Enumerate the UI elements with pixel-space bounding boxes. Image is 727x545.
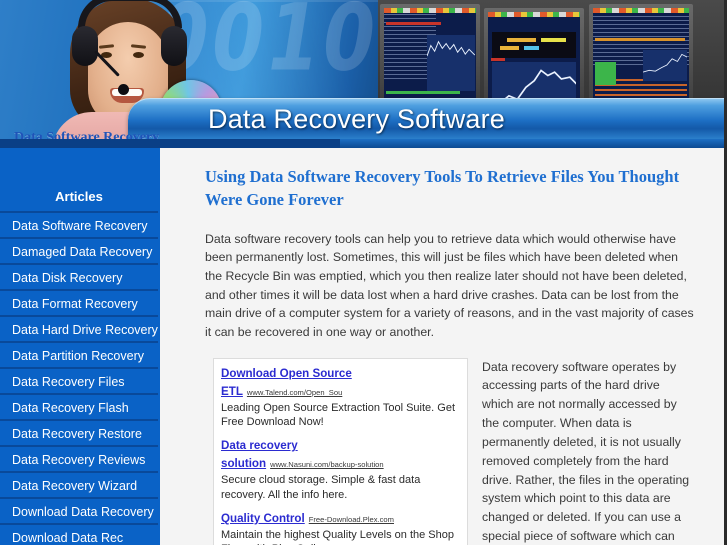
monitor-1 bbox=[380, 4, 480, 108]
monitor-3-orange-row bbox=[595, 38, 686, 41]
ad-description: Maintain the highest Quality Levels on t… bbox=[221, 528, 454, 545]
monitor-3-toolbar bbox=[593, 8, 689, 13]
monitor-2-amber-line-2 bbox=[540, 37, 567, 42]
intro-paragraph: Data software recovery tools can help yo… bbox=[205, 231, 694, 339]
monitor-1-chart bbox=[427, 34, 475, 91]
sidebar-item-data-partition-recovery[interactable]: Data Partition Recovery bbox=[0, 343, 158, 369]
sidebar-item-damaged-data-recovery[interactable]: Damaged Data Recovery bbox=[0, 239, 158, 265]
sidebar-item-data-recovery-flash[interactable]: Data Recovery Flash bbox=[0, 395, 158, 421]
ad-headline-row: Data recovery solution www.Nasuni.com/bac… bbox=[221, 436, 460, 472]
sidebar-heading: Articles bbox=[0, 181, 158, 213]
ad-title-link[interactable]: Quality Control bbox=[221, 512, 305, 525]
sidebar-item-label: Damaged Data Recovery bbox=[12, 245, 153, 259]
sidebar: Articles Data Software Recovery Damaged D… bbox=[0, 148, 160, 545]
monitor-2-toolbar bbox=[488, 12, 580, 17]
headset-earcup-right-icon bbox=[161, 26, 187, 66]
sidebar-item-data-recovery-wizard[interactable]: Data Recovery Wizard bbox=[0, 473, 158, 499]
ad-item: Quality Control Free-Download.Plex.com Mai… bbox=[221, 509, 460, 545]
sidebar-item-label: Data Recovery Restore bbox=[12, 427, 142, 441]
monitor-1-green-row bbox=[386, 91, 460, 94]
monitor-1-screen bbox=[384, 8, 476, 104]
ad-description: Secure cloud storage. Simple & fast data… bbox=[221, 474, 421, 501]
ad-url-link[interactable]: www.Talend.com/Open_Sou bbox=[247, 388, 342, 397]
site-header-banner: 0010 Data Recovery Software Data Softwar… bbox=[0, 0, 724, 148]
monitor-3-green-block bbox=[594, 62, 617, 85]
monitor-2-amber-line-3 bbox=[500, 45, 519, 50]
ad-headline-row: Quality Control Free-Download.Plex.com bbox=[221, 509, 460, 527]
sidebar-item-data-format-recovery[interactable]: Data Format Recovery bbox=[0, 291, 158, 317]
sidebar-item-label: Download Data Rec bbox=[12, 531, 124, 545]
headset-band-icon bbox=[78, 0, 182, 28]
sidebar-item-label: Data Recovery Reviews bbox=[12, 453, 146, 467]
page-title: Using Data Software Recovery Tools To Re… bbox=[205, 167, 680, 209]
page-root: 0010 Data Recovery Software Data Softwar… bbox=[0, 0, 727, 545]
monitor-3-chart bbox=[642, 49, 687, 81]
sidebar-item-data-recovery-restore[interactable]: Data Recovery Restore bbox=[0, 421, 158, 447]
sidebar-item-label: Data Software Recovery bbox=[12, 219, 148, 233]
right-column-paragraph: Data recovery software operates by acces… bbox=[482, 359, 690, 543]
sidebar-item-data-hard-drive-recovery[interactable]: Data Hard Drive Recovery bbox=[0, 317, 158, 343]
sidebar-item-label: Download Data Recovery bbox=[12, 505, 154, 519]
sidebar-item-data-disk-recovery[interactable]: Data Disk Recovery bbox=[0, 265, 158, 291]
monitor-2-amber-line-4 bbox=[523, 45, 540, 50]
sidebar-item-label: Data Recovery Wizard bbox=[12, 479, 138, 493]
sidebar-item-label: Data Recovery Files bbox=[12, 375, 125, 389]
monitor-2-screen bbox=[488, 12, 580, 112]
sidebar-item-label: Data Disk Recovery bbox=[12, 271, 123, 285]
ad-description: Leading Open Source Extraction Tool Suit… bbox=[221, 401, 455, 428]
sidebar-item-label: Data Format Recovery bbox=[12, 297, 138, 311]
advertisement-block[interactable]: Download Open Source ETL www.Talend.com/O… bbox=[213, 357, 468, 545]
ad-item: Download Open Source ETL www.Talend.com/O… bbox=[221, 364, 460, 430]
headset-microphone-icon bbox=[118, 84, 129, 95]
headset-earcup-left-icon bbox=[72, 26, 98, 66]
sidebar-item-download-data-rec[interactable]: Download Data Rec bbox=[0, 525, 158, 545]
content-columns: Download Open Source ETL www.Talend.com/O… bbox=[205, 357, 694, 545]
main-content: Using Data Software Recovery Tools To Re… bbox=[162, 148, 724, 545]
ad-url-link[interactable]: www.Nasuni.com/backup-solution bbox=[270, 460, 384, 469]
monitor-3-screen bbox=[593, 8, 689, 112]
sidebar-item-data-software-recovery[interactable]: Data Software Recovery bbox=[0, 213, 158, 239]
monitor-1-chart-line bbox=[427, 40, 475, 57]
operator-eye-right bbox=[133, 52, 144, 58]
sidebar-article-list: Data Software Recovery Damaged Data Recov… bbox=[0, 213, 158, 545]
ad-headline-row: Download Open Source ETL www.Talend.com/O… bbox=[221, 364, 460, 400]
ad-url-link[interactable]: Free-Download.Plex.com bbox=[309, 515, 394, 524]
monitor-1-red-row bbox=[386, 22, 442, 25]
sidebar-item-label: Data Recovery Flash bbox=[12, 401, 129, 415]
site-title: Data Recovery Software bbox=[208, 104, 506, 134]
monitor-2-quote-panel bbox=[491, 32, 577, 58]
monitor-1-toolbar bbox=[384, 8, 476, 13]
monitor-3-chart-line bbox=[642, 53, 687, 73]
monitor-2-amber-line-1 bbox=[506, 37, 536, 42]
sidebar-item-data-recovery-files[interactable]: Data Recovery Files bbox=[0, 369, 158, 395]
ad-item: Data recovery solution www.Nasuni.com/bac… bbox=[221, 436, 460, 502]
sidebar-item-label: Data Hard Drive Recovery bbox=[12, 323, 158, 337]
ad-list: Download Open Source ETL www.Talend.com/O… bbox=[221, 364, 460, 545]
sidebar-item-download-data-recovery[interactable]: Download Data Recovery bbox=[0, 499, 158, 525]
sidebar-item-label: Data Partition Recovery bbox=[12, 349, 145, 363]
header-bottom-strip-right bbox=[340, 139, 724, 148]
sidebar-item-data-recovery-reviews[interactable]: Data Recovery Reviews bbox=[0, 447, 158, 473]
monitor-2-red-tag bbox=[490, 58, 506, 61]
